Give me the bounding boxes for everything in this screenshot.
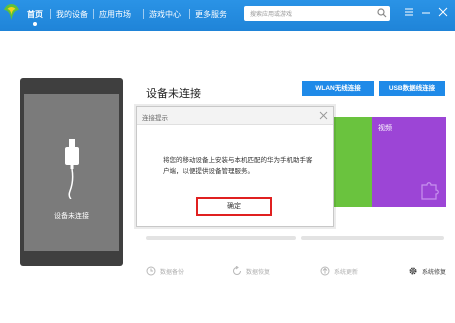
search-icon[interactable] — [377, 8, 387, 18]
nav-divider — [50, 9, 51, 19]
restore-icon — [233, 266, 241, 275]
usb-connect-button[interactable]: USB数据线连接 — [379, 81, 445, 96]
connection-status-title: 设备未连接 — [146, 88, 201, 100]
menu-icon[interactable] — [402, 6, 416, 18]
connection-prompt-dialog: 连接提示 将您的移动设备上安装与本机匹配的华为手机助手客户端，以便提供设备管理服… — [136, 106, 334, 227]
dialog-title: 连接提示 — [142, 115, 168, 122]
usb-plug-icon — [65, 139, 79, 199]
dialog-message: 将您的移动设备上安装与本机匹配的华为手机助手客户端，以便提供设备管理服务。 — [163, 157, 313, 175]
tool-label: 系统修复 — [422, 270, 447, 276]
nav-game-center[interactable]: 游戏中心 — [149, 9, 181, 20]
search-box[interactable]: 搜索应用或游戏 — [244, 6, 390, 21]
minimize-icon[interactable] — [419, 6, 433, 18]
tile-label-video: 视频 — [378, 125, 392, 132]
feature-tile-video[interactable]: 视频 — [372, 117, 446, 207]
search-placeholder: 搜索应用或游戏 — [250, 12, 293, 18]
nav-divider — [189, 9, 190, 19]
tool-label: 数据备份 — [160, 270, 185, 276]
nav-app-market[interactable]: 应用市场 — [99, 9, 131, 20]
nav-my-devices[interactable]: 我的设备 — [56, 9, 88, 20]
nav-home[interactable]: 首页 — [27, 9, 43, 20]
nav-active-indicator — [33, 22, 37, 26]
tool-label: 数据恢复 — [246, 270, 271, 276]
gear-icon — [409, 267, 417, 275]
clock-icon — [146, 266, 156, 276]
puzzle-icon — [421, 182, 439, 200]
wlan-connect-button[interactable]: WLAN无线连接 — [302, 81, 374, 96]
update-icon — [320, 266, 330, 276]
progress-track — [301, 236, 444, 240]
dialog-close-icon[interactable] — [319, 111, 328, 120]
device-status-label: 设备未连接 — [54, 213, 89, 220]
app-logo — [4, 4, 19, 20]
dialog-header: 连接提示 — [137, 107, 333, 125]
nav-divider — [143, 9, 144, 19]
top-bar: 首页 我的设备 应用市场 游戏中心 更多服务 搜索应用或游戏 — [0, 0, 455, 31]
close-icon[interactable] — [436, 6, 450, 18]
tool-label: 系统更新 — [334, 270, 359, 276]
nav-divider — [93, 9, 94, 19]
device-screen: 设备未连接 — [24, 94, 119, 251]
nav-more-services[interactable]: 更多服务 — [195, 9, 227, 20]
device-illustration: 设备未连接 — [20, 78, 123, 266]
progress-track — [146, 236, 296, 240]
dialog-ok-button[interactable]: 确定 — [196, 197, 272, 216]
